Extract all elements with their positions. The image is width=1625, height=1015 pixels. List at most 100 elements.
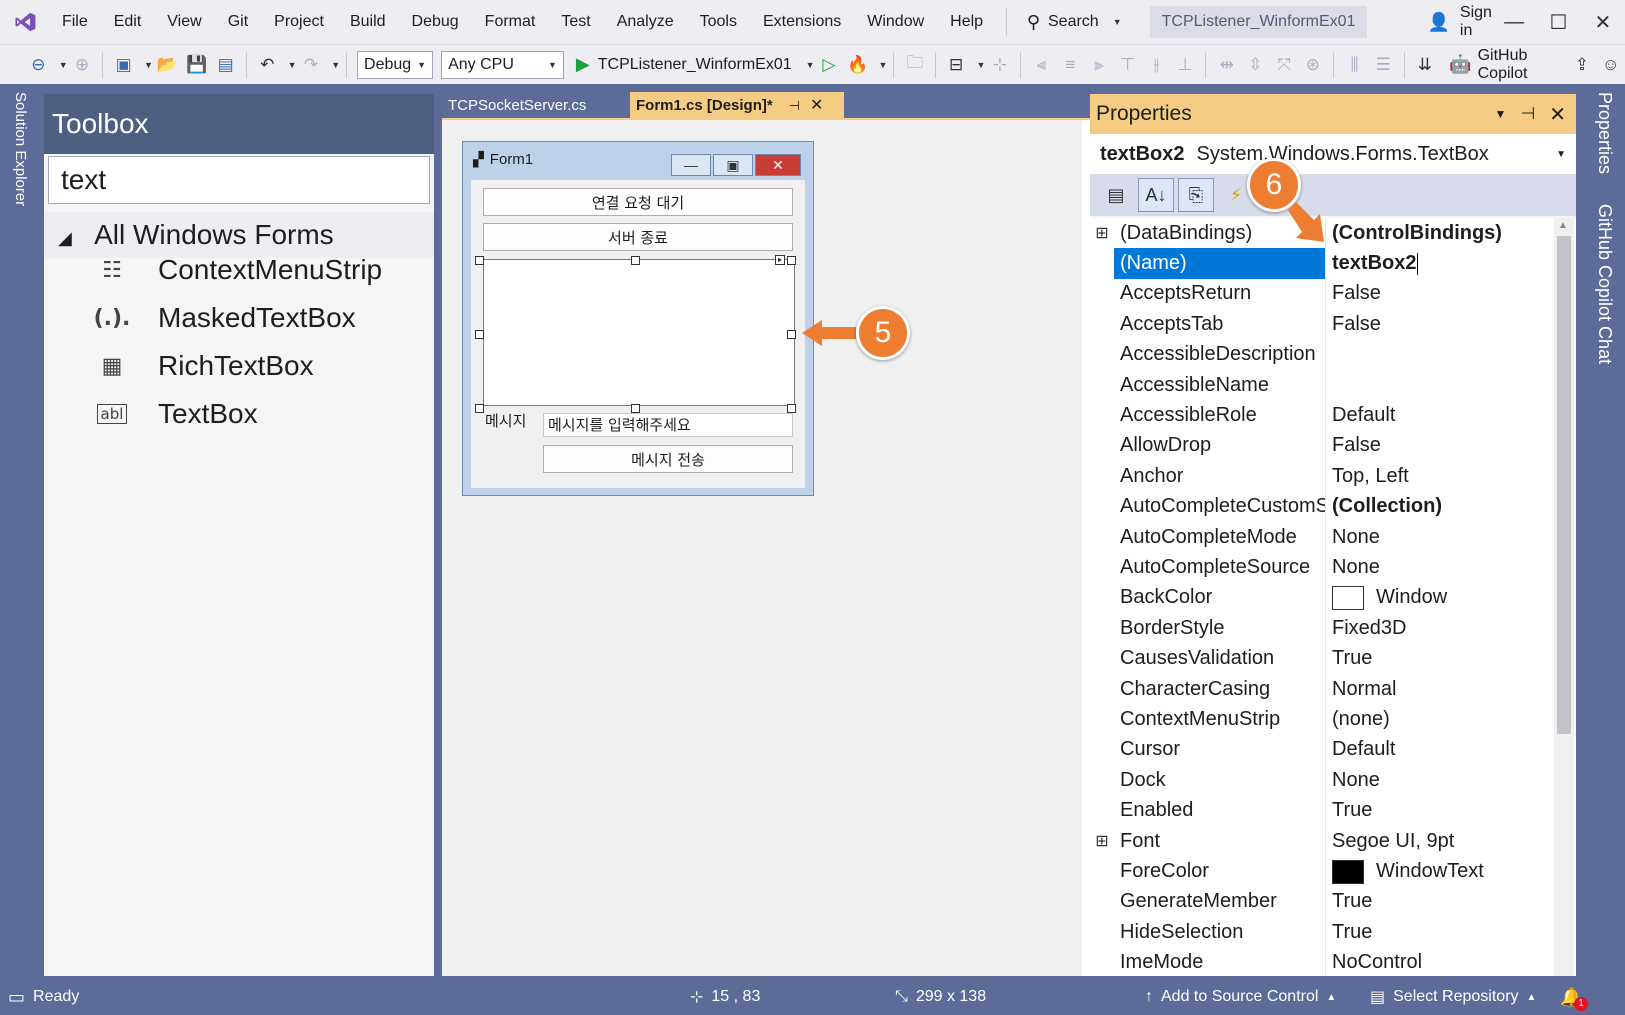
property-row-imemode[interactable]: ImeMode NoControl (1090, 947, 1550, 976)
resize-handle[interactable] (787, 404, 796, 413)
notifications-button[interactable]: 🔔 1 (1560, 979, 1588, 1015)
object-selector[interactable]: textBox2 System.Windows.Forms.TextBox ▼ (1090, 134, 1576, 174)
property-row-cursor[interactable]: Cursor Default (1090, 734, 1550, 766)
resize-handle[interactable] (475, 404, 484, 413)
menu-window[interactable]: Window (854, 0, 937, 44)
property-row-causesvalidation[interactable]: CausesValidation True (1090, 643, 1550, 674)
resize-handle[interactable] (631, 404, 640, 413)
resize-handle[interactable] (787, 256, 796, 265)
configuration-select[interactable]: Debug ▼ (357, 50, 434, 79)
window-position-dropdown-icon[interactable]: ▼ (1495, 107, 1507, 121)
github-copilot-button[interactable]: 🤖 GitHub Copilot (1449, 47, 1563, 83)
pin-icon[interactable]: ⊣ (1520, 104, 1535, 124)
property-value[interactable]: Fixed3D (1326, 613, 1550, 643)
chevron-down-icon[interactable]: ▼ (144, 60, 153, 70)
menu-file[interactable]: File (49, 0, 101, 44)
scroll-up-icon[interactable]: ▲ (1558, 220, 1568, 231)
scrollbar-thumb[interactable] (1557, 236, 1571, 734)
sign-in-button[interactable]: 👤 Sign in (1427, 4, 1491, 40)
tab-tcpsocketserver[interactable]: TCPSocketServer.cs (442, 92, 630, 120)
categorized-icon[interactable]: ▤ (1098, 178, 1134, 212)
output-window-icon[interactable]: ▭ (8, 987, 25, 1008)
property-row-acceptsreturn[interactable]: AcceptsReturn False (1090, 278, 1550, 310)
align-tops-icon[interactable]: ⊤ (1117, 53, 1138, 77)
property-value[interactable]: WindowText (1326, 856, 1550, 886)
property-value[interactable]: (ControlBindings) (1326, 218, 1550, 248)
toolbar-overflow-icon[interactable]: ⇊ (1414, 53, 1435, 77)
property-value[interactable]: (Collection) (1326, 492, 1550, 522)
tab-order-icon[interactable]: ⊟ (946, 53, 967, 77)
align-bottoms-icon[interactable]: ⊥ (1175, 53, 1196, 77)
menu-extensions[interactable]: Extensions (750, 0, 854, 44)
send-message-button[interactable]: 메시지 전송 (543, 445, 793, 473)
save-all-icon[interactable]: ▤ (215, 53, 236, 77)
pin-icon[interactable]: ⊣ (789, 92, 800, 120)
property-value[interactable]: None (1326, 522, 1550, 552)
make-same-width-icon[interactable]: ⇹ (1216, 53, 1237, 77)
smart-tag-icon[interactable]: ▸ (775, 255, 785, 265)
property-value[interactable]: textBox2 (1326, 248, 1550, 278)
property-value[interactable]: NoControl (1326, 948, 1550, 976)
property-grid-scrollbar[interactable]: ▲ (1554, 218, 1574, 976)
size-to-grid-icon[interactable]: ⊛ (1303, 53, 1324, 77)
property-row-hideselection[interactable]: HideSelection True (1090, 917, 1550, 948)
property-value[interactable]: Segoe UI, 9pt (1326, 826, 1550, 856)
form1-window[interactable]: ▞ Form1 — ▣ ✕ 연결 요청 대기 서버 종료 메시지 메시지를 입력… (462, 141, 814, 496)
start-debugging-button[interactable]: ▶ TCPListener_WinformEx01 ▼ (576, 54, 815, 75)
toolbox-search-input[interactable]: text (48, 156, 430, 204)
property-value[interactable]: True (1326, 917, 1550, 947)
feedback-icon[interactable]: ☺ (1600, 53, 1621, 77)
property-row-enabled[interactable]: Enabled True (1090, 795, 1550, 826)
textbox2-multiline[interactable] (483, 259, 795, 406)
minimize-button[interactable]: — (1492, 0, 1536, 44)
property-value[interactable] (1326, 370, 1550, 400)
property-value[interactable]: Window (1326, 583, 1550, 613)
property-value[interactable]: True (1326, 644, 1550, 674)
wait-connection-button[interactable]: 연결 요청 대기 (483, 188, 793, 216)
property-value[interactable]: Default (1326, 735, 1550, 765)
resize-handle[interactable] (787, 330, 796, 339)
align-rights-icon[interactable]: ⫸ (1089, 53, 1110, 77)
property-value[interactable] (1326, 340, 1550, 370)
menu-analyze[interactable]: Analyze (604, 0, 687, 44)
menu-help[interactable]: Help (937, 0, 996, 44)
toolbox-item-maskedtextbox[interactable]: (.). MaskedTextBox (44, 294, 434, 342)
resize-handle[interactable] (475, 330, 484, 339)
save-icon[interactable]: 💾 (186, 53, 207, 77)
property-value[interactable]: Default (1326, 400, 1550, 430)
chevron-down-icon[interactable]: ▼ (331, 60, 340, 70)
align-centers-icon[interactable]: ≡ (1060, 53, 1081, 77)
property-row-contextmenustrip[interactable]: ContextMenuStrip (none) (1090, 704, 1550, 735)
property-row-allowdrop[interactable]: AllowDrop False (1090, 430, 1550, 462)
property-value[interactable]: False (1326, 279, 1550, 309)
tab-form1-design[interactable]: Form1.cs [Design]* ⊣ ✕ (630, 92, 844, 120)
property-value[interactable]: True (1326, 887, 1550, 917)
close-panel-icon[interactable]: ✕ (1549, 102, 1566, 127)
property-row-accessiblerole[interactable]: AccessibleRole Default (1090, 400, 1550, 431)
add-to-source-control-button[interactable]: ↑ Add to Source Control ▲ (1145, 979, 1336, 1015)
property-row-borderstyle[interactable]: BorderStyle Fixed3D (1090, 613, 1550, 644)
menu-format[interactable]: Format (472, 0, 549, 44)
new-project-icon[interactable]: ▣ (113, 53, 134, 77)
property-row-autocompletemode[interactable]: AutoCompleteMode None (1090, 522, 1550, 553)
alphabetical-icon[interactable]: A↓ (1138, 178, 1174, 212)
property-value[interactable]: (none) (1326, 704, 1550, 734)
property-row-dock[interactable]: Dock None (1090, 765, 1550, 796)
close-window-button[interactable]: ✕ (1581, 0, 1625, 44)
visual-studio-logo-icon[interactable] (14, 7, 37, 37)
hot-reload-icon[interactable]: 🔥 (847, 53, 868, 77)
property-row-autocompletesource[interactable]: AutoCompleteSource None (1090, 552, 1550, 583)
property-row-charactercasing[interactable]: CharacterCasing Normal (1090, 674, 1550, 705)
menu-git[interactable]: Git (215, 0, 261, 44)
property-row-generatemember[interactable]: GenerateMember True (1090, 886, 1550, 918)
message-input[interactable]: 메시지를 입력해주세요 (543, 413, 793, 437)
expand-icon[interactable]: ⊞ (1090, 223, 1114, 243)
share-icon[interactable]: ⇪ (1572, 53, 1593, 77)
property-value[interactable]: True (1326, 796, 1550, 826)
horizontal-spacing-icon[interactable]: ⫼ (1344, 53, 1365, 77)
maximize-button[interactable]: ☐ (1536, 0, 1580, 44)
menu-project[interactable]: Project (261, 0, 337, 44)
chevron-down-icon[interactable]: ▼ (977, 60, 986, 70)
menu-test[interactable]: Test (548, 0, 603, 44)
make-same-size-icon[interactable]: ⤧ (1274, 53, 1295, 77)
